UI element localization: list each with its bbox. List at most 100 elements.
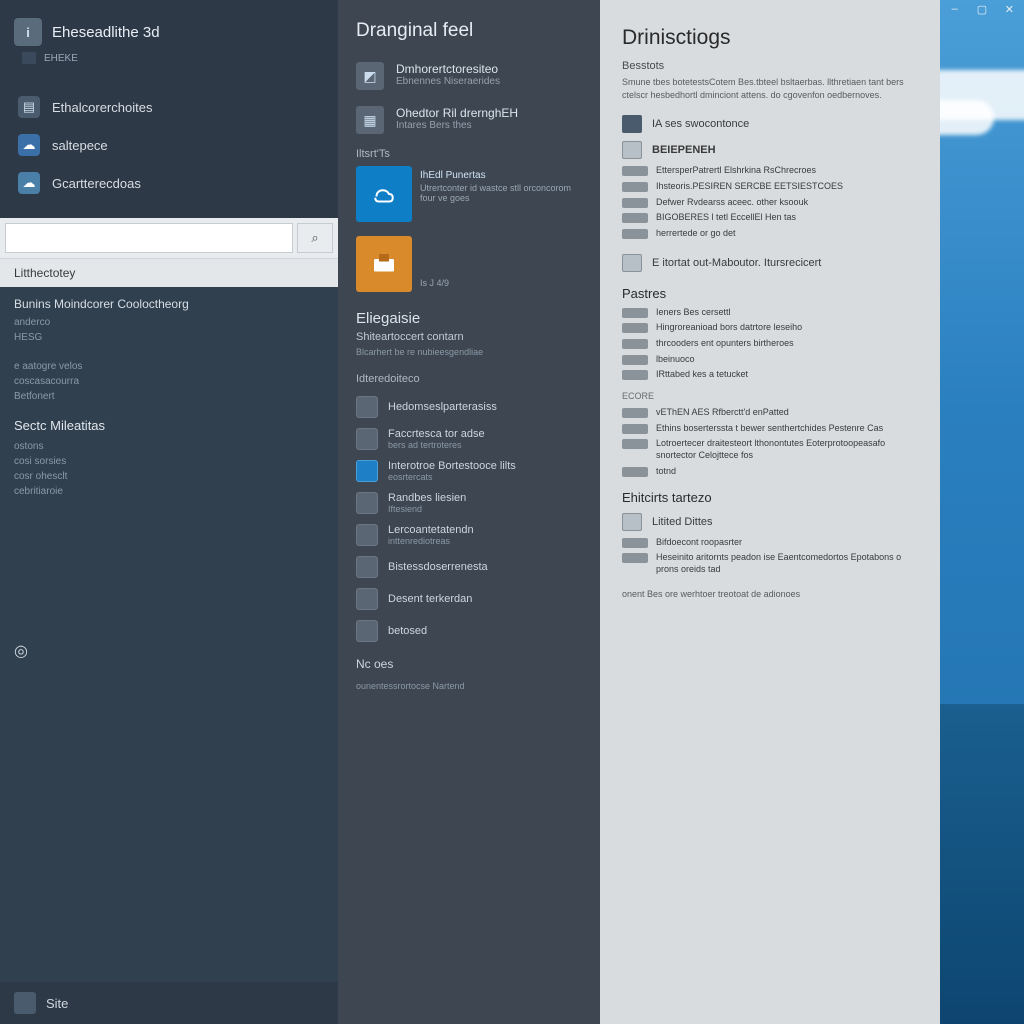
folder-icon <box>622 115 642 133</box>
subheading: Idteredoiteco <box>338 363 600 387</box>
section-title: Sectc Mileatitas <box>14 418 324 433</box>
list-item[interactable]: Lercoantetatendninttenrediotreas <box>356 519 582 551</box>
detail-line: herrertede or go det <box>600 226 940 242</box>
detail-line: Ieners Bes cersettl <box>600 305 940 321</box>
bullet-icon <box>622 424 648 434</box>
right-description: Smune tbes botetestsCotem Bes.tbteel bsl… <box>600 76 940 111</box>
item-icon <box>356 460 378 482</box>
sidebar-header: i Eheseadlithe 3d <box>14 18 324 46</box>
item-icon <box>356 396 378 418</box>
right-row[interactable]: IA ses swocontonce <box>600 111 940 137</box>
feed-item[interactable]: ▦ Ohedtor Ril drernghEH Intares Bers the… <box>338 98 600 142</box>
bullet-icon <box>622 467 648 477</box>
tile-text: IhEdl Punertas Utrertconter id wastce st… <box>420 166 582 222</box>
right-row[interactable]: Litited Dittes <box>600 509 940 535</box>
bullet-icon <box>622 182 648 192</box>
list-item[interactable]: Desent terkerdan <box>356 583 582 615</box>
detail-line: Defwer Rvdearss aceec. other ksoouk <box>600 195 940 211</box>
sub-icon <box>22 52 36 64</box>
sidebar-tab[interactable]: Litthectotey <box>0 258 338 287</box>
bullet-icon <box>622 229 648 239</box>
middle-list: HedomseslparterasissFaccrtesca tor adseb… <box>338 387 600 651</box>
close-button[interactable]: ✕ <box>1003 2 1016 16</box>
document-icon: ▤ <box>18 96 40 118</box>
sidebar-nav: ▤ Ethalcorerchoites ☁ saltepece ☁ Gcartt… <box>0 82 338 208</box>
search-bar: ⌕ <box>0 218 338 258</box>
app-title: Eheseadlithe 3d <box>52 24 160 41</box>
window-controls: – ▢ ✕ <box>940 0 1024 20</box>
bullet-icon <box>622 538 648 548</box>
section-title: Pastres <box>600 276 940 305</box>
right-panel: Drinisctiogs Besstots Smune tbes botetes… <box>600 0 940 1024</box>
group-title: Bunins Moindcorer Cooloctheorg <box>14 297 324 311</box>
search-input[interactable] <box>5 223 293 253</box>
sidebar-body: Bunins Moindcorer Cooloctheorg anderco H… <box>0 287 338 982</box>
app-tile-orange[interactable] <box>356 236 412 292</box>
bullet-icon <box>622 323 648 333</box>
right-row[interactable]: E itortat out-Maboutor. Itursrecicert <box>600 250 940 276</box>
detail-line: EttersperPatrertl Elshrkina RsChrecroes <box>600 163 940 179</box>
person-icon: ◩ <box>356 62 384 90</box>
detail-line: Ethins boserterssta t bewer senthertchid… <box>600 421 940 437</box>
list-item[interactable]: Randbes liesienIftesiend <box>356 487 582 519</box>
middle-footer: Nc oes <box>338 651 600 677</box>
list-item[interactable]: betosed <box>356 615 582 647</box>
bullet-icon <box>622 213 648 223</box>
detail-line: Lotroertecer draitesteort lthonontutes E… <box>600 436 940 463</box>
search-button[interactable]: ⌕ <box>297 223 333 253</box>
maximize-button[interactable]: ▢ <box>975 2 988 16</box>
nav-item-categories[interactable]: ☁ Gcartterecdoas <box>14 164 324 202</box>
detail-line: lbeinuoco <box>600 352 940 368</box>
item-icon <box>356 620 378 642</box>
sidebar-bottom-icon: ◎ <box>14 639 324 663</box>
right-subtitle: Besstots <box>600 60 940 76</box>
list-icon <box>622 513 642 531</box>
app-tile-blue[interactable] <box>356 166 412 222</box>
detail-line: Hingroreanioad bors datrtore leseiho <box>600 320 940 336</box>
sidebar: i Eheseadlithe 3d EHEKE ▤ Ethalcorerchoi… <box>0 0 338 1024</box>
tile-pager: Is J 4/9 <box>420 274 582 292</box>
bullet-icon <box>622 166 648 176</box>
detail-line: Ihsteoris.PESIREN SERCBE EETSIESTCOES <box>600 179 940 195</box>
detail-line: thrcooders ent opunters birtheroes <box>600 336 940 352</box>
list-item[interactable]: Hedomseslparterasiss <box>356 391 582 423</box>
minimize-button[interactable]: – <box>948 2 961 16</box>
item-icon <box>356 524 378 546</box>
bullet-icon <box>622 198 648 208</box>
cloud-sync-icon: ☁ <box>18 172 40 194</box>
search-icon: ⌕ <box>311 230 318 246</box>
page-icon <box>622 141 642 159</box>
right-row[interactable]: BEIEPENEH <box>600 137 940 163</box>
document-icon: ▦ <box>356 106 384 134</box>
right-title: Drinisctiogs <box>600 0 940 60</box>
list-item[interactable]: Faccrtesca tor adsebers ad tertroteres <box>356 423 582 455</box>
app-icon: i <box>14 18 42 46</box>
detail-line: vEThEN AES Rfberctt'd enPatted <box>600 405 940 421</box>
feed-item[interactable]: ◩ Dmhorertctoresiteo Ebnennes Niseraerid… <box>338 54 600 98</box>
bullet-icon <box>622 408 648 418</box>
bullet-icon <box>622 439 648 449</box>
detail-line: BIGOBERES l tetl EccellEl Hen tas <box>600 210 940 226</box>
section-title: Eliegaisie <box>338 296 600 331</box>
list-item[interactable]: Bistessdoserrenesta <box>356 551 582 583</box>
bullet-icon <box>622 370 648 380</box>
section-title: Ehitcirts tartezo <box>600 480 940 509</box>
detail-line: IRttabed kes a tetucket <box>600 367 940 383</box>
middle-title: Dranginal feel <box>338 0 600 54</box>
item-icon <box>356 556 378 578</box>
sidebar-footer[interactable]: Site <box>0 982 338 1024</box>
nav-item-storage[interactable]: ☁ saltepece <box>14 126 324 164</box>
nav-item-documents[interactable]: ▤ Ethalcorerchoites <box>14 88 324 126</box>
item-icon <box>356 428 378 450</box>
bullet-icon <box>622 553 648 563</box>
site-icon <box>14 992 36 1014</box>
cloud-icon: ☁ <box>18 134 40 156</box>
item-icon <box>356 588 378 610</box>
bullet-icon <box>622 355 648 365</box>
middle-panel: Dranginal feel ◩ Dmhorertctoresiteo Ebne… <box>338 0 600 1024</box>
list-item[interactable]: Interotroe Bortestooce liltseosrtercats <box>356 455 582 487</box>
item-icon <box>356 492 378 514</box>
gear-icon <box>622 254 642 272</box>
bullet-icon <box>622 308 648 318</box>
bullet-icon <box>622 339 648 349</box>
